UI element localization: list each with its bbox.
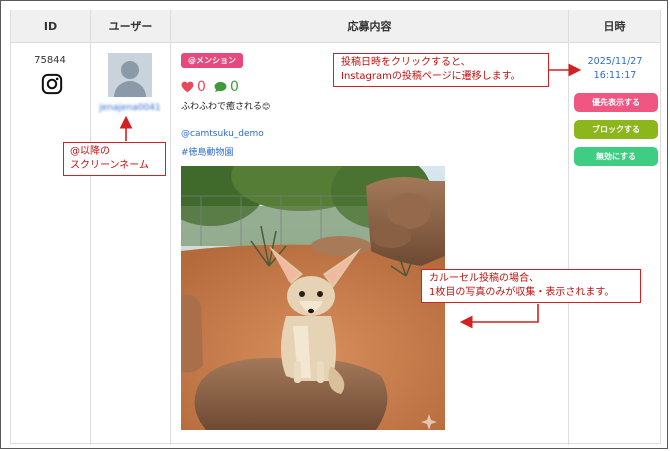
header-content: 応募内容	[171, 10, 568, 43]
header-datetime: 日時	[569, 10, 660, 43]
callout-line: カルーセル投稿の場合、	[429, 273, 539, 284]
caption-text: ふわふわで癒される	[181, 102, 263, 112]
post-caption: ふわふわで癒される😊	[181, 99, 270, 112]
heart-icon	[181, 81, 194, 93]
post-photo	[181, 166, 445, 430]
like-count-value: 0	[197, 79, 206, 95]
instagram-icon	[41, 73, 63, 95]
post-time[interactable]: 16:11:17	[594, 70, 637, 81]
speech-bubble-icon	[214, 81, 227, 93]
header-user: ユーザー	[91, 10, 170, 43]
comment-count: 0	[214, 79, 239, 95]
column-divider	[90, 10, 91, 445]
screen-name-callout: @以降の スクリーンネーム	[63, 142, 166, 176]
column-divider	[170, 10, 171, 445]
callout-line: @以降の	[70, 146, 110, 157]
block-button[interactable]: ブロックする	[574, 120, 658, 139]
like-count: 0	[181, 79, 206, 95]
avatar[interactable]	[108, 53, 152, 97]
callout-line: スクリーンネーム	[70, 160, 149, 171]
comment-count-value: 0	[230, 79, 239, 95]
carousel-callout: カルーセル投稿の場合、 1枚目の写真のみが収集・表示されます。	[421, 269, 641, 303]
disable-button[interactable]: 無効にする	[574, 147, 658, 166]
mention-link[interactable]: @camtsuku_demo	[181, 129, 264, 139]
priority-display-button[interactable]: 優先表示する	[574, 93, 658, 112]
hashtag-link[interactable]: #徳島動物園	[181, 145, 234, 158]
entry-id: 75844	[34, 55, 66, 66]
mention-badge: @メンション	[181, 53, 243, 68]
callout-line: 投稿日時をクリックすると、	[341, 57, 471, 68]
caption-emoji: 😊	[262, 102, 271, 111]
screen-name-link[interactable]: jenajena0041	[92, 103, 168, 113]
callout-line: 1枚目の写真のみが収集・表示されます。	[429, 287, 615, 298]
post-date[interactable]: 2025/11/27	[588, 56, 643, 67]
datetime-callout: 投稿日時をクリックすると、 Instagramの投稿ページに遷移します。	[333, 53, 549, 87]
header-id: ID	[11, 10, 90, 43]
column-divider	[568, 10, 569, 445]
post-datetime-link[interactable]: 2025/11/27 16:11:17	[570, 55, 660, 83]
callout-line: Instagramの投稿ページに遷移します。	[341, 71, 521, 82]
